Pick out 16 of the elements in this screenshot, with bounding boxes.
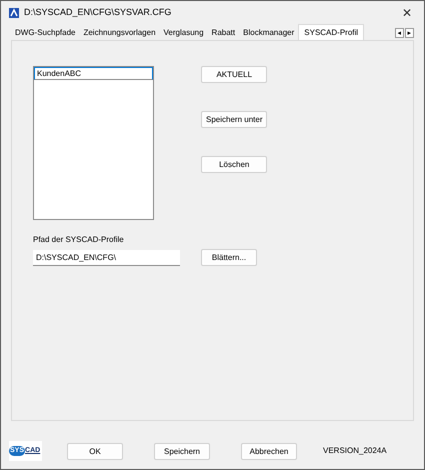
dialog-button[interactable]: Abbrechen bbox=[241, 443, 297, 460]
profile-list[interactable]: KundenABC bbox=[33, 66, 154, 220]
dialog-button[interactable]: OK bbox=[67, 443, 123, 460]
path-label: Pfad der SYSCAD-Profile bbox=[33, 234, 125, 246]
version-label: VERSION_2024A bbox=[323, 445, 387, 457]
action-button[interactable]: Löschen bbox=[201, 156, 268, 173]
app-icon bbox=[9, 8, 19, 18]
list-item[interactable]: KundenABC bbox=[34, 67, 153, 80]
close-button[interactable]: ✕ bbox=[398, 4, 416, 22]
path-field[interactable]: D:\SYSCAD_EN\CFG\ bbox=[33, 250, 180, 266]
action-button[interactable]: AKTUELL bbox=[201, 66, 268, 83]
action-button[interactable]: Speichern unter bbox=[201, 111, 268, 128]
browse-button[interactable]: Blättern... bbox=[201, 249, 257, 266]
tab[interactable]: SYSCAD-Profil bbox=[298, 24, 364, 40]
window-title: D:\SYSCAD_EN\CFG\SYSVAR.CFG bbox=[24, 6, 172, 19]
dialog-button[interactable]: Speichern bbox=[154, 443, 210, 460]
